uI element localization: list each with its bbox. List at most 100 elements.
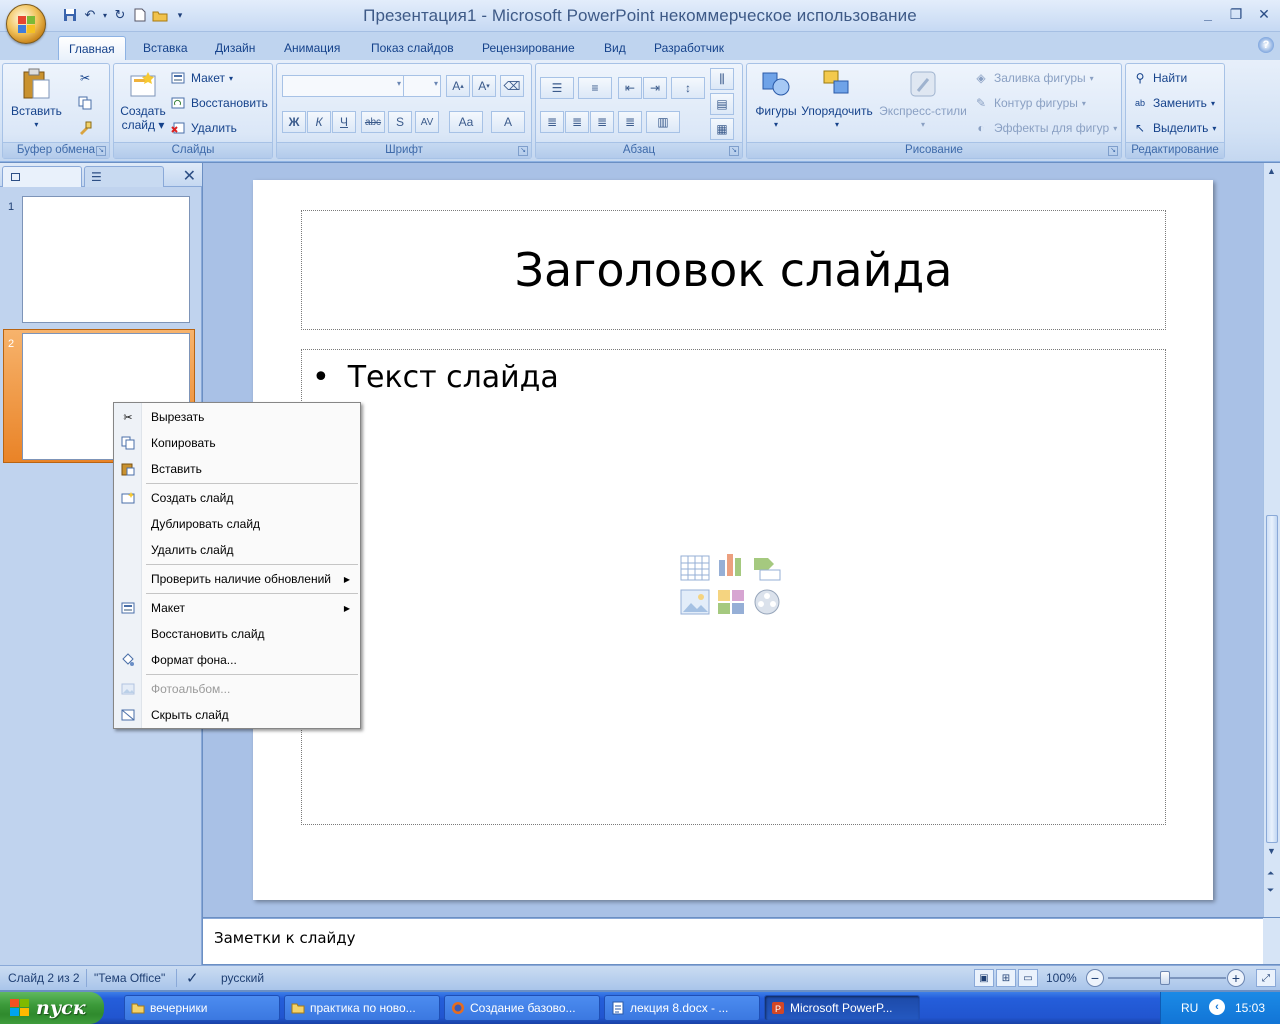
tab-slideshow[interactable]: Показ слайдов <box>361 36 464 60</box>
justify-button[interactable]: ≣ <box>618 111 642 133</box>
vertical-scrollbar[interactable]: ▲ ▼ ⏶ ⏷ <box>1263 163 1280 917</box>
decrease-indent-button[interactable]: ⇤ <box>618 77 642 99</box>
reset-slide-button[interactable]: Восстановить <box>170 93 268 113</box>
close-panel-icon[interactable]: ✕ <box>183 166 196 186</box>
line-spacing-button[interactable]: ↕ <box>671 77 705 99</box>
shape-fill-button[interactable]: ◈ Заливка фигуры ▾ <box>973 68 1093 88</box>
tab-animation[interactable]: Анимация <box>274 36 350 60</box>
font-size-combo[interactable]: ▾ <box>403 75 441 97</box>
align-center-button[interactable]: ≣ <box>565 111 589 133</box>
zoom-level[interactable]: 100% <box>1046 971 1077 985</box>
tab-slides-thumbnails[interactable] <box>2 166 82 187</box>
insert-table-icon[interactable] <box>680 554 710 582</box>
menu-item-copy[interactable]: Копировать <box>114 432 360 454</box>
drawing-launcher-icon[interactable]: ↘ <box>1108 146 1118 156</box>
bold-button[interactable]: Ж <box>282 111 306 133</box>
tab-insert[interactable]: Вставка <box>133 36 198 60</box>
clipboard-launcher-icon[interactable]: ↘ <box>96 146 106 156</box>
menu-item-duplicate-slide[interactable]: Дублировать слайд <box>114 513 360 535</box>
insert-media-icon[interactable] <box>752 588 782 616</box>
fit-to-window-icon[interactable]: ⤢ <box>1256 969 1276 987</box>
content-placeholder[interactable]: • Текст слайда <box>301 349 1166 825</box>
menu-item-layout[interactable]: Макет ▶ <box>114 597 360 619</box>
slideshow-view-icon[interactable]: ▭ <box>1018 969 1038 987</box>
format-painter-button[interactable] <box>77 118 98 138</box>
change-case-button[interactable]: Aa <box>449 111 483 133</box>
next-slide-icon[interactable]: ⏷ <box>1267 885 1274 896</box>
taskbar-item-folder[interactable]: вечерники <box>124 995 280 1021</box>
layout-button[interactable]: Макет ▾ <box>170 68 233 88</box>
normal-view-icon[interactable]: ▣ <box>974 969 994 987</box>
strike-button[interactable]: abc <box>361 111 385 133</box>
notes-scrollbar[interactable] <box>1263 918 1280 964</box>
paragraph-launcher-icon[interactable]: ↘ <box>729 146 739 156</box>
tab-home[interactable]: Главная <box>58 36 126 60</box>
scroll-up-icon[interactable]: ▲ <box>1267 166 1276 176</box>
italic-button[interactable]: К <box>307 111 331 133</box>
tab-outline[interactable]: ☰ <box>84 166 164 187</box>
notes-pane[interactable]: Заметки к слайду <box>203 918 1263 964</box>
align-right-button[interactable]: ≣ <box>590 111 614 133</box>
insert-clipart-icon[interactable] <box>716 588 746 616</box>
scrollbar-thumb[interactable] <box>1266 515 1278 843</box>
align-text-button[interactable]: ▤ <box>710 93 734 115</box>
taskbar-item-powerpoint[interactable]: P Microsoft PowerP... <box>764 995 920 1021</box>
start-button[interactable]: пуск <box>0 992 104 1024</box>
shadow-button[interactable]: S <box>388 111 412 133</box>
insert-smartart-icon[interactable] <box>752 554 782 582</box>
menu-item-cut[interactable]: ✂ Вырезать <box>114 406 360 428</box>
new-slide-button[interactable]: Создать слайд ▾ <box>118 68 168 132</box>
find-button[interactable]: ⚲ Найти <box>1132 68 1188 88</box>
slide-thumbnail-1[interactable] <box>22 196 190 323</box>
smartart-button[interactable]: ▦ <box>710 118 734 140</box>
font-name-combo[interactable]: ▾ <box>282 75 404 97</box>
menu-item-reset-slide[interactable]: Восстановить слайд <box>114 623 360 645</box>
zoom-in-icon[interactable]: + <box>1227 969 1245 987</box>
help-icon[interactable]: ? <box>1258 37 1274 53</box>
text-direction-button[interactable]: ⫼ <box>710 68 734 90</box>
spellcheck-icon[interactable]: ✓ <box>186 969 199 987</box>
cut-button[interactable]: ✂ <box>77 68 98 88</box>
menu-item-hide-slide[interactable]: Скрыть слайд <box>114 704 360 726</box>
arrange-button[interactable]: Упорядочить ▾ <box>799 68 875 132</box>
menu-item-new-slide[interactable]: Создать слайд <box>114 487 360 509</box>
bullets-button[interactable]: ☰ <box>540 77 574 99</box>
replace-button[interactable]: ab Заменить ▾ <box>1132 93 1215 113</box>
align-left-button[interactable]: ≣ <box>540 111 564 133</box>
minimize-icon[interactable]: _ <box>1196 4 1220 24</box>
insert-chart-icon[interactable] <box>716 550 746 578</box>
language-bar[interactable]: RU <box>1181 1001 1198 1015</box>
shape-effects-button[interactable]: ◐ Эффекты для фигур ▾ <box>973 118 1117 138</box>
shape-outline-button[interactable]: ✎ Контур фигуры ▾ <box>973 93 1086 113</box>
paste-button[interactable]: Вставить ▾ <box>11 68 62 132</box>
scroll-down-icon[interactable]: ▼ <box>1267 846 1276 856</box>
font-launcher-icon[interactable]: ↘ <box>518 146 528 156</box>
restore-icon[interactable]: ❐ <box>1224 4 1248 24</box>
close-window-icon[interactable]: ✕ <box>1252 4 1276 24</box>
slide-sorter-icon[interactable]: ⊞ <box>996 969 1016 987</box>
zoom-out-icon[interactable]: − <box>1086 969 1104 987</box>
tab-design[interactable]: Дизайн <box>205 36 265 60</box>
tab-developer[interactable]: Разработчик <box>644 36 734 60</box>
delete-slide-button[interactable]: Удалить <box>170 118 237 138</box>
menu-item-delete-slide[interactable]: Удалить слайд <box>114 539 360 561</box>
tab-view[interactable]: Вид <box>594 36 636 60</box>
taskbar-item-word[interactable]: лекция 8.docx - ... <box>604 995 760 1021</box>
tab-review[interactable]: Рецензирование <box>472 36 585 60</box>
clear-format-button[interactable]: ⌫ <box>500 75 524 97</box>
previous-slide-icon[interactable]: ⏶ <box>1267 868 1274 879</box>
underline-button[interactable]: Ч <box>332 111 356 133</box>
quick-styles-button[interactable]: Экспресс-стили ▾ <box>877 68 969 132</box>
grow-font-button[interactable]: A ▴ <box>446 75 470 97</box>
select-button[interactable]: ↖ Выделить ▾ <box>1132 118 1216 138</box>
zoom-slider-thumb[interactable] <box>1160 971 1170 985</box>
char-spacing-button[interactable]: AV <box>415 111 439 133</box>
shapes-button[interactable]: Фигуры ▾ <box>751 68 801 132</box>
increase-indent-button[interactable]: ⇥ <box>643 77 667 99</box>
menu-item-format-background[interactable]: Формат фона... <box>114 649 360 671</box>
language-indicator[interactable]: русский <box>221 971 264 985</box>
font-color-button[interactable]: A <box>491 111 525 133</box>
copy-button[interactable] <box>77 93 98 113</box>
taskbar-item-folder-2[interactable]: практика по ново... <box>284 995 440 1021</box>
title-placeholder[interactable]: Заголовок слайда <box>301 210 1166 330</box>
